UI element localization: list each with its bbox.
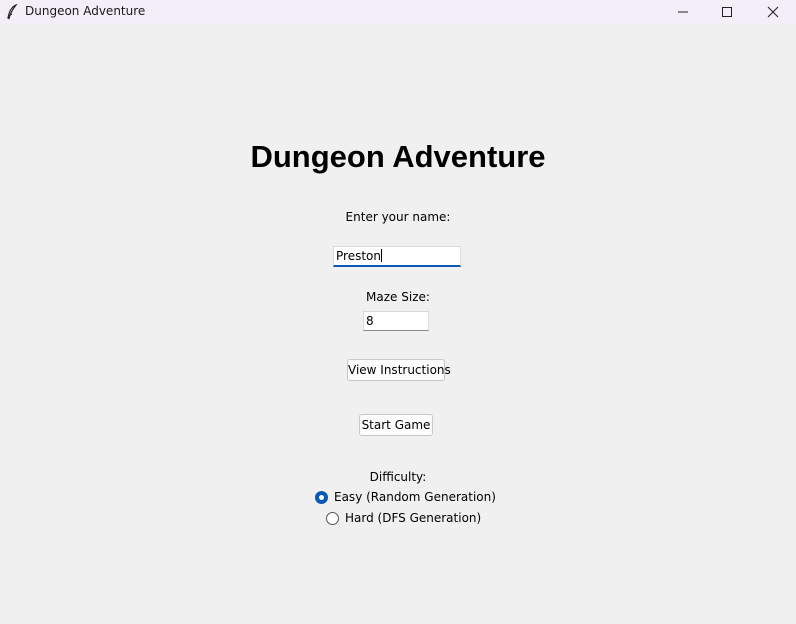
difficulty-easy-option[interactable]: Easy (Random Generation): [315, 488, 496, 506]
feather-icon: [6, 3, 18, 20]
minimize-icon: [678, 11, 688, 13]
view-instructions-button[interactable]: View Instructions: [347, 359, 451, 381]
minimize-button[interactable]: [660, 0, 706, 24]
name-input[interactable]: Preston: [333, 246, 461, 267]
start-game-button[interactable]: Start Game: [359, 414, 433, 436]
name-label: Enter your name:: [345, 210, 451, 224]
maximize-button[interactable]: [704, 0, 750, 24]
difficulty-easy-label: Easy (Random Generation): [334, 490, 496, 504]
radio-selected-icon[interactable]: [315, 490, 328, 504]
maze-size-value: 8: [366, 314, 374, 328]
radio-unselected-icon[interactable]: [326, 511, 339, 525]
maze-size-input[interactable]: 8: [363, 311, 429, 331]
difficulty-hard-label: Hard (DFS Generation): [345, 511, 482, 525]
close-button[interactable]: [750, 0, 796, 24]
text-caret: [380, 249, 382, 262]
title-bar: Dungeon Adventure: [0, 0, 796, 24]
close-icon: [767, 6, 779, 18]
maze-size-label: Maze Size:: [366, 290, 430, 304]
window-title: Dungeon Adventure: [25, 4, 146, 18]
page-title: Dungeon Adventure: [250, 139, 546, 174]
name-input-value: Preston: [336, 249, 381, 263]
maximize-icon: [722, 7, 732, 17]
difficulty-label: Difficulty:: [369, 470, 427, 484]
difficulty-hard-option[interactable]: Hard (DFS Generation): [326, 509, 481, 527]
